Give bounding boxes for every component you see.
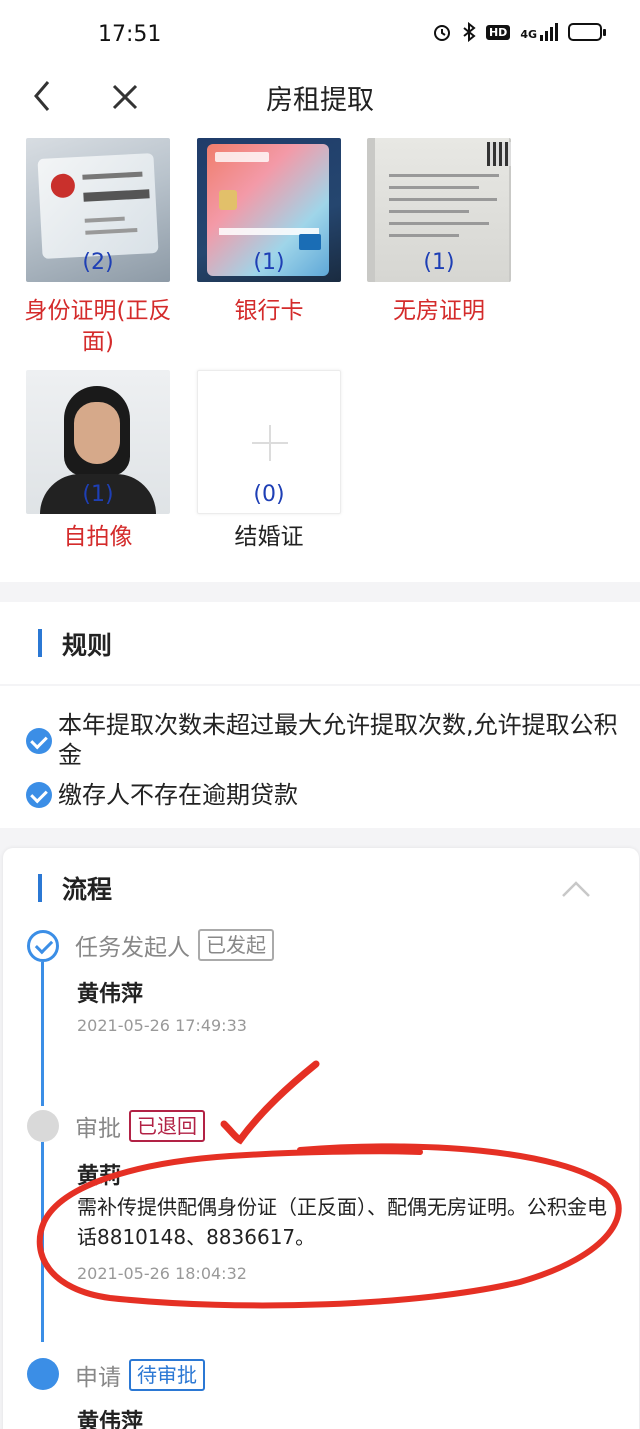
step-person: 黄伟萍 [77,1410,144,1429]
status-icons: HD 4G [432,22,606,42]
attachment-count: (1) [82,482,114,507]
attachment-label: 身份证明(正反面) [24,298,172,355]
attachment-label: 无房证明 [393,298,485,324]
rule-text: 缴存人不存在逾期贷款 [58,781,298,809]
timeline-line [41,1142,44,1342]
step-title: 申请 待审批 [75,1358,205,1392]
status-time: 17:51 [98,22,162,47]
attachment-label: 自拍像 [63,524,133,550]
pending-dot-icon [27,1110,59,1142]
status-badge: 已退回 [129,1110,205,1142]
attachment-count: (0) [253,482,285,507]
attachment-count: (2) [82,250,114,275]
attachment-count: (1) [423,250,455,275]
hd-icon: HD [485,24,511,40]
nav-bar: 房租提取 [0,70,640,128]
step-name: 申请 [75,1365,121,1391]
process-card: 流程 任务发起人 已发起 黄伟萍 2021-05-26 17:49:33 审批 … [3,848,639,1429]
signal-4g-icon: 4G [520,23,558,41]
step-name: 审批 [75,1116,121,1142]
step-time: 2021-05-26 18:04:32 [77,1264,247,1283]
attachment-label: 结婚证 [234,524,304,550]
check-circle-icon [26,728,52,754]
timeline-line [41,962,44,1106]
chevron-up-icon[interactable] [561,880,591,898]
rules-title: 规则 [62,631,113,660]
step-title: 审批 已退回 [75,1109,205,1143]
status-badge: 已发起 [198,929,274,961]
rule-text: 本年提取次数未超过最大允许提取次数,允许提取公积金 [58,711,618,769]
step-comment: 需补传提供配偶身份证（正反面）、配偶无房证明。公积金电话8810148、8836… [77,1195,607,1249]
section-accent-bar [38,874,42,902]
attachment-count: (1) [253,250,285,275]
page-title: 房租提取 [266,85,374,116]
process-title: 流程 [62,875,113,904]
rules-list: 本年提取次数未超过最大允许提取次数,允许提取公积金 缴存人不存在逾期贷款 [0,686,640,828]
check-circle-icon [27,930,59,962]
plus-icon [252,425,288,461]
status-bar: 17:51 HD 4G [0,0,640,70]
rule-item: 缴存人不存在逾期贷款 [26,780,628,810]
check-circle-icon [26,782,52,808]
current-dot-icon [27,1358,59,1390]
bluetooth-icon [463,22,476,42]
attachment-label: 银行卡 [234,298,304,324]
attachments-grid: (2) 身份证明(正反面) (1) 银行卡 (1) 无房证明 (1) 自拍像 (… [0,128,640,582]
rules-header: 规则 [0,602,640,684]
section-accent-bar [38,629,42,657]
rule-item: 本年提取次数未超过最大允许提取次数,允许提取公积金 [26,710,628,770]
step-time: 2021-05-26 17:49:33 [77,1016,247,1035]
alarm-icon [433,25,450,41]
step-person: 黄莉 [77,1164,122,1189]
status-badge: 待审批 [129,1359,205,1391]
battery-icon [568,23,606,41]
step-title: 任务发起人 已发起 [75,928,274,962]
step-name: 任务发起人 [75,935,190,961]
step-person: 黄伟萍 [77,982,144,1007]
